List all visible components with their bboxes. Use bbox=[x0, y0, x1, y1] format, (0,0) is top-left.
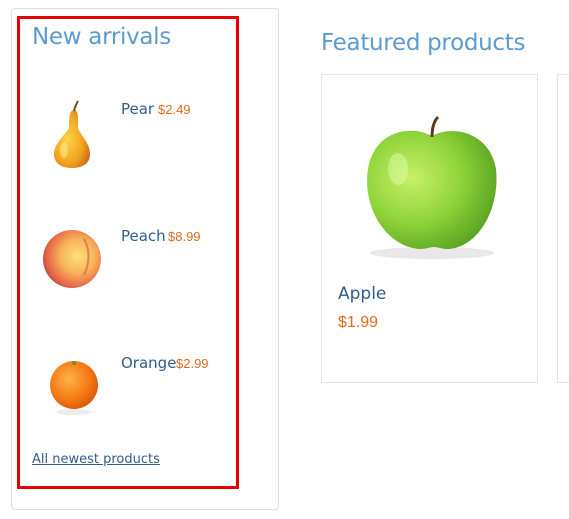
pear-image[interactable] bbox=[40, 96, 110, 176]
product-name-apple[interactable]: Apple bbox=[338, 284, 386, 304]
all-newest-products-link[interactable]: All newest products bbox=[32, 452, 160, 467]
product-price-apple: $1.99 bbox=[338, 314, 379, 331]
featured-products-title: Featured products bbox=[321, 30, 526, 56]
new-arrival-price-orange: $2.99 bbox=[176, 356, 209, 371]
product-card-next[interactable] bbox=[557, 74, 569, 383]
new-arrival-name-orange[interactable]: Orange bbox=[121, 354, 176, 372]
new-arrival-item-pear[interactable]: Pear $2.49 bbox=[40, 96, 230, 176]
new-arrivals-title: New arrivals bbox=[32, 24, 171, 50]
new-arrival-price-pear: $2.49 bbox=[158, 102, 191, 117]
new-arrival-item-peach[interactable]: Peach $8.99 bbox=[40, 223, 230, 303]
new-arrival-name-peach[interactable]: Peach bbox=[121, 227, 166, 245]
apple-image[interactable] bbox=[350, 107, 510, 262]
new-arrival-item-orange[interactable]: Orange $2.99 bbox=[40, 350, 230, 430]
orange-image[interactable] bbox=[40, 350, 110, 430]
new-arrival-price-peach: $8.99 bbox=[168, 229, 201, 244]
peach-image[interactable] bbox=[40, 223, 110, 303]
product-card-apple[interactable]: Apple $1.99 bbox=[321, 74, 538, 383]
new-arrival-name-pear[interactable]: Pear bbox=[121, 100, 154, 118]
